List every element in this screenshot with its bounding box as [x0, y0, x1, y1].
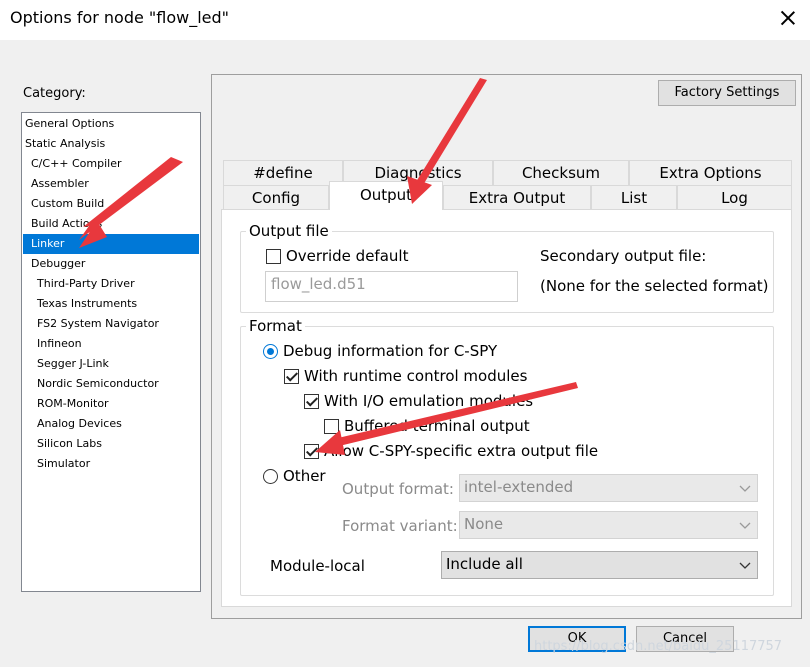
category-item-build-actions[interactable]: Build Actions — [23, 214, 199, 234]
format-variant-value: None — [464, 515, 504, 533]
format-group-title: Format — [246, 317, 305, 335]
category-item-debugger[interactable]: Debugger — [23, 254, 199, 274]
buffered-output-checkbox[interactable] — [324, 419, 339, 434]
format-variant-select[interactable]: None — [459, 511, 758, 539]
allow-extra-output-label: Allow C-SPY-specific extra output file — [324, 442, 599, 460]
output-format-label: Output format: — [342, 480, 454, 498]
category-label: Category: — [23, 86, 86, 101]
io-emulation-label: With I/O emulation modules — [324, 392, 534, 410]
tab-output[interactable]: Output — [329, 181, 443, 210]
window-title: Options for node "flow_led" — [10, 8, 230, 27]
category-item-simulator[interactable]: Simulator — [23, 454, 199, 474]
tab-extra-output[interactable]: Extra Output — [443, 185, 591, 210]
format-variant-label: Format variant: — [342, 517, 458, 535]
secondary-output-value: (None for the selected format) — [540, 277, 769, 295]
tab-list[interactable]: List — [591, 185, 677, 210]
tab-log[interactable]: Log — [677, 185, 792, 210]
override-default-checkbox[interactable] — [266, 249, 281, 264]
category-item-linker[interactable]: Linker — [23, 234, 199, 254]
category-item-rom-monitor[interactable]: ROM-Monitor — [23, 394, 199, 414]
watermark: https://blog.csdn.net/baidu_25117757 — [534, 639, 783, 654]
other-format-label: Other — [283, 467, 326, 485]
module-local-value: Include all — [446, 555, 523, 573]
chevron-down-icon — [739, 480, 751, 492]
chevron-down-icon — [739, 517, 751, 529]
category-item-custom-build[interactable]: Custom Build — [23, 194, 199, 214]
category-item-assembler[interactable]: Assembler — [23, 174, 199, 194]
category-item-general-options[interactable]: General Options — [23, 114, 199, 134]
category-item-segger-jlink[interactable]: Segger J-Link — [23, 354, 199, 374]
category-item-static-analysis[interactable]: Static Analysis — [23, 134, 199, 154]
category-item-texas-instruments[interactable]: Texas Instruments — [23, 294, 199, 314]
tab-extra-options[interactable]: Extra Options — [629, 160, 792, 185]
tab-config[interactable]: Config — [223, 185, 329, 210]
module-local-select[interactable]: Include all — [441, 551, 758, 579]
category-list[interactable]: General Options Static Analysis C/C++ Co… — [21, 112, 201, 592]
close-icon[interactable] — [776, 6, 800, 30]
output-format-select[interactable]: intel-extended — [459, 474, 758, 502]
category-item-third-party-driver[interactable]: Third-Party Driver — [23, 274, 199, 294]
debug-info-radio[interactable] — [263, 344, 278, 359]
other-format-radio[interactable] — [263, 469, 278, 484]
category-item-analog-devices[interactable]: Analog Devices — [23, 414, 199, 434]
buffered-output-label: Buffered terminal output — [344, 417, 530, 435]
allow-extra-output-checkbox[interactable] — [304, 444, 319, 459]
tab-checksum[interactable]: Checksum — [493, 160, 629, 185]
category-item-fs2-system-navigator[interactable]: FS2 System Navigator — [23, 314, 199, 334]
output-filename-field[interactable]: flow_led.d51 — [265, 271, 518, 302]
output-file-group-title: Output file — [246, 222, 332, 240]
chevron-down-icon — [739, 557, 751, 569]
category-item-nordic-semiconductor[interactable]: Nordic Semiconductor — [23, 374, 199, 394]
category-item-infineon[interactable]: Infineon — [23, 334, 199, 354]
secondary-output-label: Secondary output file: — [540, 247, 707, 265]
module-local-label: Module-local — [270, 557, 365, 575]
io-emulation-checkbox[interactable] — [304, 394, 319, 409]
tab-define[interactable]: #define — [223, 160, 343, 185]
debug-info-label: Debug information for C-SPY — [283, 342, 498, 360]
factory-settings-button[interactable]: Factory Settings — [658, 80, 796, 106]
category-item-silicon-labs[interactable]: Silicon Labs — [23, 434, 199, 454]
runtime-control-checkbox[interactable] — [284, 369, 299, 384]
override-default-label: Override default — [286, 247, 409, 265]
runtime-control-label: With runtime control modules — [304, 367, 528, 385]
category-item-c-compiler[interactable]: C/C++ Compiler — [23, 154, 199, 174]
output-format-value: intel-extended — [464, 478, 574, 496]
